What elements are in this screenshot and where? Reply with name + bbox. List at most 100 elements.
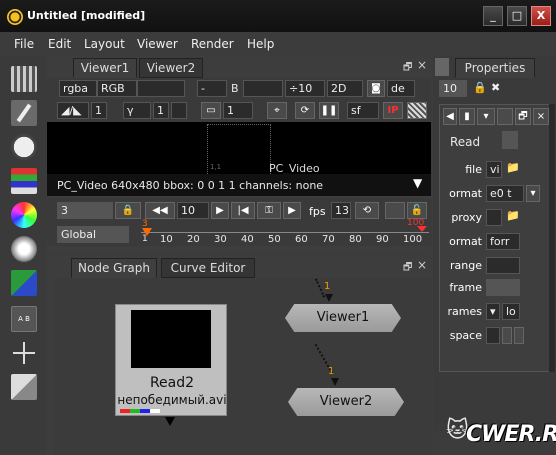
clear-panels-icon[interactable]: ✖ (491, 81, 500, 94)
prop-frame-value[interactable] (486, 279, 520, 296)
float-icon[interactable]: 🗗 (403, 60, 412, 77)
close-button[interactable]: X (531, 6, 551, 26)
transform-icon[interactable] (11, 340, 37, 366)
pause-icon[interactable]: ❚❚ (319, 102, 339, 119)
frame-field[interactable]: 3 (57, 202, 113, 219)
format-menu-icon[interactable]: ▾ (526, 185, 540, 202)
keyframe-icon[interactable]: ⚿ (257, 202, 281, 219)
gain-select[interactable]: ÷10 (285, 80, 325, 97)
tab-curve-editor[interactable]: Curve Editor (161, 258, 255, 278)
display-select[interactable]: RGB (97, 80, 137, 97)
de-select[interactable]: de (387, 80, 415, 97)
prop-format-value[interactable]: e0 t (486, 185, 524, 202)
menu-help[interactable]: Help (247, 37, 274, 51)
scope-select[interactable]: Global (57, 226, 129, 243)
image-icon[interactable] (11, 66, 37, 92)
refresh-icon[interactable]: ⟳ (295, 102, 315, 119)
play-icon[interactable]: ▶ (283, 202, 301, 219)
float-icon[interactable]: 🗗 (515, 108, 531, 125)
tab-properties[interactable]: Properties (455, 58, 535, 78)
view-mode-select[interactable]: 2D (327, 80, 363, 97)
keyer-icon[interactable] (11, 270, 37, 296)
goto-start-icon[interactable]: |◀ (231, 202, 255, 219)
checkbox[interactable] (514, 327, 524, 344)
close-node-icon[interactable]: × (533, 108, 549, 125)
a-input-select[interactable]: - (197, 80, 227, 97)
unlock-icon[interactable]: 🔓 (407, 202, 427, 219)
info-dropdown-icon[interactable]: ▼ (413, 176, 422, 190)
properties-scrollbar[interactable] (549, 104, 555, 372)
bookmark-icon[interactable]: ▮ (459, 108, 475, 125)
end-marker[interactable] (417, 226, 427, 232)
menu-viewer[interactable]: Viewer (137, 37, 178, 51)
node-canvas[interactable]: Read2 непобедимый.avi 1 Viewer1 1 Viewer… (53, 278, 431, 455)
rewind-icon[interactable]: ◀◀ (145, 202, 175, 219)
layer-select[interactable] (137, 80, 185, 97)
monitor-icon[interactable]: ▭ (201, 102, 221, 119)
roi-icon[interactable]: ⌖ (267, 102, 287, 119)
menu-edit[interactable]: Edit (48, 37, 71, 51)
prop-proxy-format-value[interactable]: forr (486, 233, 520, 250)
prop-file-value[interactable]: vi (486, 161, 502, 178)
color-chip-icon[interactable] (497, 108, 513, 125)
frame-range-select[interactable]: ◢/◣ (57, 102, 89, 119)
merge-icon[interactable]: A B (11, 306, 37, 332)
3d-icon[interactable] (11, 374, 37, 400)
close-panel-icon[interactable]: × (417, 258, 427, 272)
collapse-icon[interactable]: ◀ (443, 108, 457, 125)
prop-range-value[interactable] (486, 257, 520, 274)
proxy-select[interactable]: 1 (223, 102, 253, 119)
lock-icon[interactable]: 🔒 (115, 202, 141, 219)
draw-icon[interactable] (11, 100, 37, 126)
viewer1-node[interactable]: Viewer1 (285, 304, 401, 332)
gamma-toggle[interactable]: γ (123, 102, 151, 119)
channels-select[interactable]: rgba (59, 80, 97, 97)
b-input-select[interactable] (243, 80, 283, 97)
tab-viewer2[interactable]: Viewer2 (139, 58, 203, 78)
gamma-field[interactable]: 1 (153, 102, 169, 119)
color-icon[interactable] (11, 202, 37, 228)
timeline-ruler[interactable]: 3 100 1 10 20 30 40 50 60 70 80 90 100 (141, 218, 429, 246)
frame-a-field[interactable]: 1 (91, 102, 107, 119)
time-icon[interactable] (11, 134, 37, 160)
increment-field[interactable]: 10 (177, 202, 209, 219)
prop-proxy-value[interactable] (486, 209, 502, 226)
menu-layout[interactable]: Layout (84, 37, 125, 51)
tab-read[interactable]: Read (450, 135, 480, 149)
read-node-name: Read2 (149, 375, 195, 391)
tick-label: 10 (160, 234, 173, 245)
close-panel-icon[interactable]: × (417, 58, 427, 72)
channel-icon[interactable] (11, 168, 37, 194)
folder-icon[interactable]: 📁 (506, 209, 520, 222)
read-node[interactable]: Read2 непобедимый.avi (115, 304, 227, 416)
checkbox[interactable] (502, 327, 512, 344)
lock-icon[interactable]: 🔒 (473, 81, 487, 94)
tab-viewer1[interactable]: Viewer1 (73, 58, 137, 78)
max-panels-field[interactable]: 10 (439, 80, 467, 97)
tab-node-graph[interactable]: Node Graph (71, 258, 157, 278)
node-tools-icon[interactable]: ▾ (477, 108, 495, 125)
wipe-icon[interactable] (407, 102, 427, 119)
prop-colorspace-value[interactable] (486, 327, 500, 344)
tab-scroll[interactable] (502, 131, 518, 149)
maximize-button[interactable]: □ (507, 6, 527, 26)
prop-frames-value[interactable]: lo (502, 303, 520, 320)
menu-render[interactable]: Render (191, 37, 234, 51)
viewer2-node[interactable]: Viewer2 (288, 388, 404, 416)
float-icon[interactable]: 🗗 (403, 260, 412, 277)
loop-icon[interactable]: ⟲ (355, 202, 379, 219)
sf-select[interactable]: sf (347, 102, 379, 119)
camera-icon[interactable]: ◙ (367, 80, 385, 97)
filter-icon[interactable] (11, 236, 37, 262)
prop-frames-label: rames (447, 305, 482, 318)
blank-button[interactable] (385, 202, 405, 219)
fps-field[interactable]: 13 (331, 202, 351, 219)
menu-file[interactable]: File (14, 37, 34, 51)
frames-menu-icon[interactable]: ▾ (486, 303, 500, 320)
ip-button[interactable]: IP (383, 102, 403, 119)
minimize-button[interactable]: _ (483, 6, 503, 26)
gamma-slider[interactable] (171, 102, 187, 119)
step-forward-icon[interactable]: ▶ (211, 202, 229, 219)
folder-icon[interactable]: 📁 (506, 161, 520, 174)
viewer-viewport[interactable]: 1,1 PC_Video (47, 122, 431, 190)
